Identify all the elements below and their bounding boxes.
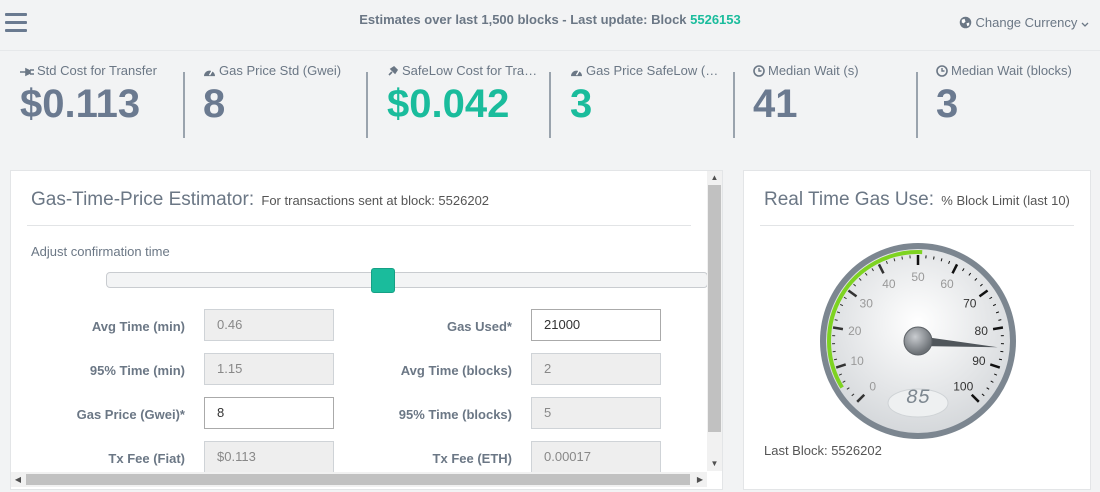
gauge-hub (903, 326, 933, 356)
change-currency-button[interactable]: Change Currency (959, 15, 1092, 30)
gauge-tick-label: 40 (882, 277, 896, 291)
confirmation-time-slider[interactable] (106, 272, 708, 288)
avg-time-blocks-label: Avg Time (blocks) (400, 363, 512, 378)
gauge-tick-label: 50 (911, 270, 925, 284)
gauge-tick-label: 80 (975, 324, 989, 338)
plug-icon (20, 67, 34, 77)
gauge-tick-label: 90 (972, 354, 986, 368)
gas-use-subtitle: % Block Limit (last 10) (941, 193, 1070, 208)
plug-icon (388, 65, 399, 76)
avg-time-blocks-field[interactable] (531, 353, 661, 385)
95-time-blocks-label: 95% Time (blocks) (398, 407, 512, 422)
stat-label: Median Wait (blocks) (951, 63, 1072, 78)
gauge-tick-label: 0 (869, 379, 876, 393)
tx-fee-fiat-field[interactable] (204, 441, 334, 473)
scroll-up-icon[interactable]: ▲ (707, 171, 722, 185)
gas-price-label: Gas Price (Gwei)* (76, 407, 185, 422)
estimates-header: Estimates over last 1,500 blocks - Last … (0, 12, 1100, 27)
gas-use-title-text: Real Time Gas Use: (764, 189, 934, 210)
divider (183, 72, 185, 138)
stat-gas-price-safelow: Gas Price SafeLow (… 3 (570, 63, 720, 138)
stat-median-wait-blocks: Median Wait (blocks) 3 (936, 63, 1086, 138)
divider (549, 72, 551, 138)
horizontal-scrollbar[interactable]: ◀ ▶ (11, 472, 707, 487)
scrollbar-thumb[interactable] (26, 474, 690, 485)
adjust-label: Adjust confirmation time (31, 244, 170, 259)
divider (27, 225, 691, 226)
gauge-tick (901, 256, 903, 260)
gas-price-field[interactable] (204, 397, 334, 429)
scroll-down-icon[interactable]: ▼ (707, 457, 722, 471)
estimates-text: Estimates over last 1,500 blocks - Last … (359, 12, 691, 27)
block-number: 5526153 (690, 12, 741, 27)
avg-time-min-field[interactable] (204, 309, 334, 341)
95-time-min-label: 95% Time (min) (89, 363, 185, 378)
chevron-down-icon (1081, 22, 1089, 27)
gauge-icon (571, 70, 582, 77)
stat-gas-price-std: Gas Price Std (Gwei) 8 (203, 63, 373, 138)
gauge-tick (998, 358, 1003, 361)
stat-median-wait-s: Median Wait (s) 41 (753, 63, 903, 138)
avg-time-min-label: Avg Time (min) (91, 319, 185, 334)
gauge-tick (992, 326, 1004, 331)
last-block-label: Last Block: 5526202 (764, 443, 882, 458)
estimator-subtitle: For transactions sent at block: 5526202 (261, 193, 490, 208)
gauge-tick-label: 70 (963, 296, 977, 310)
gauge-tick (933, 256, 935, 260)
clock-icon (753, 65, 765, 77)
gas-use-panel: Real Time Gas Use: % Block Limit (last 1… (743, 170, 1091, 490)
stat-value: 8 (203, 82, 226, 126)
globe-icon (960, 16, 972, 29)
gauge-icon (204, 70, 215, 77)
gauge-tick (833, 358, 838, 361)
scroll-left-icon[interactable]: ◀ (11, 472, 25, 487)
divider (366, 72, 368, 138)
change-currency-label: Change Currency (975, 15, 1078, 30)
stat-value: $0.042 (387, 82, 510, 126)
scrollbar-thumb[interactable] (708, 185, 721, 432)
95-time-min-field[interactable] (204, 353, 334, 385)
divider (760, 225, 1074, 226)
estimator-panel: Gas-Time-Price Estimator: For transactio… (10, 170, 723, 490)
scroll-right-icon[interactable]: ▶ (693, 472, 707, 487)
stat-value: 41 (753, 82, 798, 126)
gauge-tick-label: 10 (850, 354, 864, 368)
stat-label: Std Cost for Transfer (37, 63, 157, 78)
slider-handle[interactable] (371, 268, 395, 293)
clock-icon (936, 65, 948, 77)
divider (733, 72, 735, 138)
stat-value: 3 (936, 82, 959, 126)
95-time-blocks-field[interactable] (531, 397, 661, 429)
gas-used-label: Gas Used* (446, 319, 512, 334)
gauge-tick (832, 326, 844, 331)
tx-fee-eth-label: Tx Fee (ETH) (432, 451, 512, 466)
gauge-tick-label: 100 (953, 379, 973, 393)
tx-fee-fiat-label: Tx Fee (Fiat) (108, 451, 185, 466)
stat-value: 3 (570, 82, 593, 126)
gauge-display-value: 85 (906, 387, 930, 410)
gauge-tick-label: 20 (848, 324, 862, 338)
stat-label: Median Wait (s) (768, 63, 859, 78)
gauge-tick-label: 60 (940, 277, 954, 291)
tx-fee-eth-field[interactable] (531, 441, 661, 473)
gas-use-title: Real Time Gas Use: % Block Limit (last 1… (764, 189, 1070, 211)
divider (916, 72, 918, 138)
vertical-scrollbar[interactable]: ▲ ▼ (707, 171, 722, 471)
estimator-title-text: Gas-Time-Price Estimator: (31, 189, 255, 210)
top-bar: Estimates over last 1,500 blocks - Last … (0, 0, 1100, 51)
gas-gauge: 0 10 20 30 40 50 60 70 80 90 100 85 (820, 243, 1016, 439)
stat-label: SafeLow Cost for Tra… (402, 63, 538, 78)
stat-label: Gas Price Std (Gwei) (219, 63, 342, 78)
stat-safelow-cost: SafeLow Cost for Tra… $0.042 (387, 63, 540, 138)
stat-std-cost: Std Cost for Transfer $0.113 (20, 63, 180, 138)
estimator-title: Gas-Time-Price Estimator: For transactio… (31, 189, 489, 211)
gauge-tick-label: 30 (860, 296, 874, 310)
stat-value: $0.113 (20, 82, 141, 126)
stat-label: Gas Price SafeLow (… (586, 63, 719, 78)
gas-used-field[interactable] (531, 309, 661, 341)
